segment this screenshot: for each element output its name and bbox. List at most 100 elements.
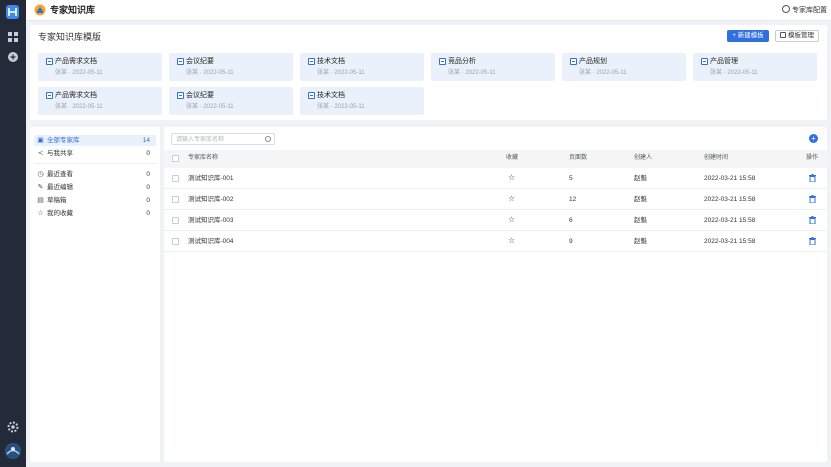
template-card[interactable]: 技术文档 张某 · 2022-05-11 (300, 53, 424, 81)
page-count: 12 (569, 196, 577, 203)
add-library-button[interactable]: + (809, 134, 818, 143)
sidebar-divider (34, 163, 156, 164)
settings-icon (782, 5, 790, 13)
creator: 赵魁 (634, 217, 647, 224)
row-checkbox[interactable] (172, 217, 179, 224)
template-card[interactable]: 产品规划 张某 · 2022-05-11 (562, 53, 686, 81)
sidebar-item-recently-edited[interactable]: ✎ 最近编辑 0 (34, 182, 156, 193)
star-icon: ☆ (37, 210, 44, 217)
template-name: 产品需求文档 (55, 92, 97, 99)
template-management-button[interactable]: 模板管理 (775, 30, 819, 42)
favorite-star-icon[interactable]: ☆ (508, 194, 515, 204)
template-name: 会议纪要 (186, 58, 214, 65)
table-row[interactable]: 测试知识库-004 ☆ 9 赵魁 2022-03-21 15:58 (164, 231, 827, 252)
column-header-pages: 页面数 (569, 155, 588, 161)
add-circle-icon[interactable] (7, 51, 19, 63)
column-header-creator: 创建人 (634, 155, 653, 161)
expert-library-settings-link[interactable]: 专家库配置 (782, 5, 827, 16)
library-name[interactable]: 测试知识库-004 (188, 237, 234, 246)
delete-trash-icon[interactable] (809, 174, 816, 182)
settings-label: 专家库配置 (792, 7, 827, 14)
sidebar-item-label: 与我共享 (47, 150, 73, 157)
template-meta: 张某 · 2022-05-11 (186, 70, 234, 76)
app-logo-icon[interactable] (5, 4, 20, 20)
library-name[interactable]: 测试知识库-003 (188, 216, 234, 225)
table-row[interactable]: 测试知识库-001 ☆ 5 赵魁 2022-03-21 15:58 (164, 168, 827, 189)
user-avatar[interactable] (5, 443, 21, 459)
table-row[interactable]: 测试知识库-002 ☆ 12 赵魁 2022-03-21 15:58 (164, 189, 827, 210)
template-meta: 张某 · 2022-05-11 (186, 104, 234, 110)
app-title: 专家知识库 (50, 5, 96, 15)
template-card[interactable]: 技术文档张某 · 2022-05-11 (300, 87, 424, 115)
template-card[interactable]: 产品需求文档 张某 · 2022-05-11 (38, 87, 162, 115)
top-bar: 专家知识库 专家库配置 (26, 0, 831, 21)
library-name[interactable]: 测试知识库-001 (188, 174, 234, 183)
template-card[interactable]: 产品需求文档 张某 · 2022-05-11 (38, 53, 162, 81)
sidebar-item-count: 0 (146, 171, 150, 178)
column-header-actions: 操作 (806, 155, 819, 161)
favorite-star-icon[interactable]: ☆ (508, 236, 515, 246)
sidebar-item-favorites[interactable]: ☆ 我的收藏 0 (34, 208, 156, 219)
apps-grid-icon[interactable] (7, 31, 19, 43)
template-card[interactable]: 会议纪要张某 · 2022-05-11 (169, 53, 293, 81)
template-meta: 张某 · 2022-05-11 (317, 104, 365, 110)
sidebar-item-count: 0 (146, 150, 150, 157)
table-header: 专家库名称 收藏 页面数 创建人 创建时间 操作 (164, 150, 827, 168)
table-row[interactable]: 测试知识库-003 ☆ 6 赵魁 2022-03-21 15:58 (164, 210, 827, 231)
template-section-title: 专家知识库模版 (38, 32, 102, 42)
sidebar-item-recently-viewed[interactable]: ◷ 最近查看 0 (34, 169, 156, 180)
delete-trash-icon[interactable] (809, 237, 816, 245)
manage-button-label: 模板管理 (788, 32, 814, 39)
new-template-button[interactable]: + 新建模板 (727, 30, 769, 42)
draft-icon: ▤ (37, 197, 44, 204)
sidebar-item-shared-with-me[interactable]: ≺ 与我共享 0 (34, 148, 156, 159)
template-meta: 张某 · 2022-05-11 (448, 70, 496, 76)
column-header-favorite: 收藏 (506, 155, 519, 161)
page-count: 5 (569, 175, 573, 182)
manage-icon (780, 32, 786, 38)
page-count: 9 (569, 238, 573, 245)
template-name: 会议纪要 (186, 92, 214, 99)
row-checkbox[interactable] (172, 175, 179, 182)
document-icon (177, 92, 184, 99)
delete-trash-icon[interactable] (809, 216, 816, 224)
template-name: 产品管理 (710, 58, 738, 65)
row-checkbox[interactable] (172, 196, 179, 203)
sidebar-item-all-libraries[interactable]: ▣ 全部专家库 14 (34, 135, 156, 146)
favorite-star-icon[interactable]: ☆ (508, 215, 515, 225)
library-name[interactable]: 测试知识库-002 (188, 195, 234, 204)
clock-icon: ◷ (37, 171, 44, 178)
template-name: 产品规划 (579, 58, 607, 65)
sidebar-item-label: 草稿箱 (47, 197, 67, 204)
template-name: 产品需求文档 (55, 58, 97, 65)
select-all-checkbox[interactable] (172, 155, 179, 162)
created-time: 2022-03-21 15:58 (704, 175, 756, 182)
settings-gear-icon[interactable] (7, 421, 19, 433)
library-filter-panel: ▣ 全部专家库 14 ≺ 与我共享 0 ◷ 最近查看 0 ✎ 最近编辑 0 ▤ … (30, 127, 160, 462)
template-card[interactable]: 产品管理 张某 · 2022-05-11 (693, 53, 817, 81)
library-icon: ▣ (37, 137, 44, 144)
brand-logo-icon (34, 4, 46, 16)
sidebar-item-count: 0 (146, 184, 150, 191)
sidebar-item-count: 14 (142, 137, 150, 144)
template-panel: 专家知识库模版 + 新建模板 模板管理 产品需求文档 张某 · 2022-05-1… (30, 25, 827, 120)
delete-trash-icon[interactable] (809, 195, 816, 203)
creator: 赵魁 (634, 196, 647, 203)
search-icon[interactable] (265, 136, 271, 142)
document-icon (46, 92, 53, 99)
template-meta: 张某 · 2022-05-11 (317, 70, 365, 76)
favorite-star-icon[interactable]: ☆ (508, 173, 515, 183)
row-checkbox[interactable] (172, 238, 179, 245)
template-name: 竞品分析 (448, 58, 476, 65)
library-list-panel: + 专家库名称 收藏 页面数 创建人 创建时间 操作 测试知识库-001 ☆ 5… (164, 127, 827, 462)
created-time: 2022-03-21 15:58 (704, 238, 756, 245)
column-header-created: 创建时间 (704, 155, 729, 161)
template-card[interactable]: 会议纪要张某 · 2022-05-11 (169, 87, 293, 115)
template-card[interactable]: 竞品分析张某 · 2022-05-11 (431, 53, 555, 81)
sidebar-item-drafts[interactable]: ▤ 草稿箱 0 (34, 195, 156, 206)
edit-icon: ✎ (37, 184, 44, 191)
template-name: 技术文档 (317, 92, 345, 99)
share-icon: ≺ (37, 150, 44, 157)
library-search-input[interactable] (176, 135, 262, 144)
sidebar-item-label: 最近查看 (47, 171, 73, 178)
